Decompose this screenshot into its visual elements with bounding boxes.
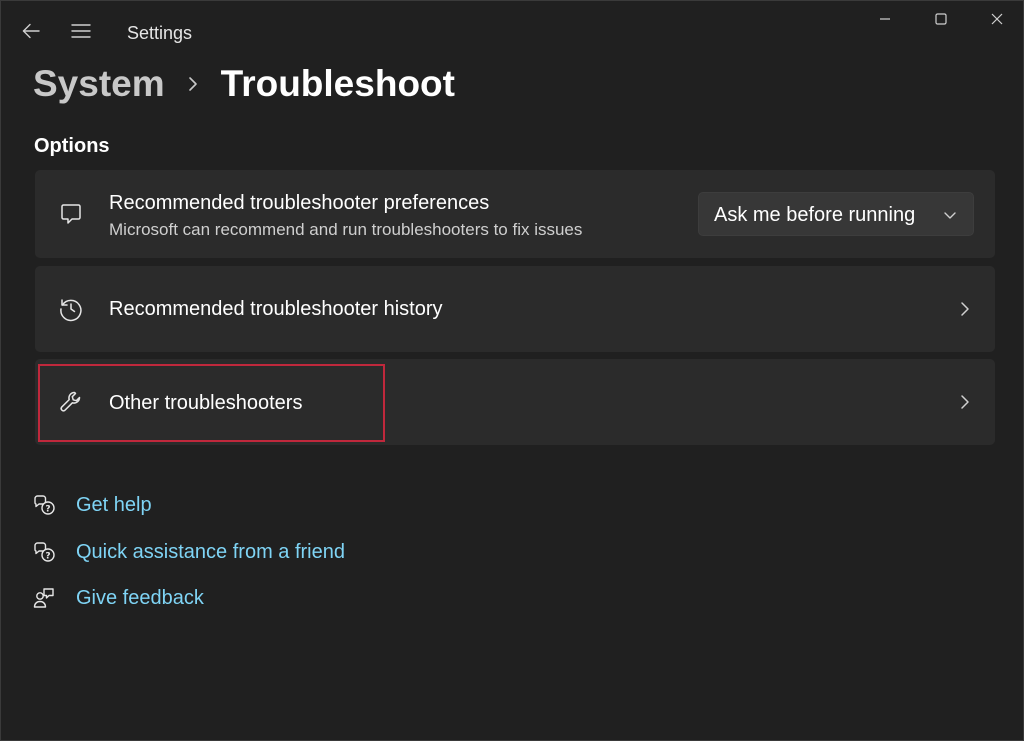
give-feedback-link[interactable]: Give feedback — [31, 583, 204, 613]
settings-window: Settings System Troubleshoot Options Rec… — [0, 0, 1024, 741]
minimize-icon[interactable] — [857, 1, 913, 37]
quick-assistance-link[interactable]: ? Quick assistance from a friend — [31, 537, 345, 567]
get-help-label[interactable]: Get help — [76, 494, 152, 517]
breadcrumb-system-link[interactable]: System — [33, 63, 165, 105]
get-help-link[interactable]: ? Get help — [31, 490, 152, 520]
card-title: Recommended troubleshooter preferences — [109, 192, 490, 214]
back-arrow-icon[interactable] — [11, 13, 51, 49]
give-feedback-label[interactable]: Give feedback — [76, 587, 204, 610]
svg-text:?: ? — [45, 505, 50, 515]
app-title: Settings — [127, 23, 193, 43]
section-heading-options: Options — [34, 135, 110, 157]
help-chat-icon: ? — [31, 492, 57, 518]
maximize-icon[interactable] — [913, 1, 969, 37]
dropdown-value: Ask me before running — [714, 204, 916, 226]
breadcrumb: System Troubleshoot — [33, 59, 455, 109]
card-troubleshooter-history[interactable]: Recommended troubleshooter history — [35, 266, 995, 352]
chevron-down-icon — [943, 208, 957, 222]
history-icon — [55, 293, 87, 325]
title-bar: Settings — [1, 1, 1023, 61]
chat-bubble-icon — [55, 198, 87, 230]
card-description: Microsoft can recommend and run troubles… — [109, 220, 583, 239]
card-troubleshooter-preferences: Recommended troubleshooter preferences M… — [35, 170, 995, 258]
feedback-icon — [31, 585, 57, 611]
card-title: Recommended troubleshooter history — [109, 298, 443, 320]
chevron-right-icon — [957, 393, 973, 411]
close-icon[interactable] — [969, 1, 1024, 37]
card-other-troubleshooters[interactable]: Other troubleshooters — [35, 359, 995, 445]
page-title: Troubleshoot — [220, 63, 455, 104]
breadcrumb-chevron-icon — [165, 76, 221, 92]
hamburger-menu-icon[interactable] — [61, 13, 101, 49]
chevron-right-icon — [957, 300, 973, 318]
card-title: Other troubleshooters — [109, 392, 303, 414]
svg-text:?: ? — [45, 552, 50, 562]
wrench-icon — [55, 386, 87, 418]
quick-assistance-label[interactable]: Quick assistance from a friend — [76, 541, 345, 564]
help-chat-icon: ? — [31, 539, 57, 565]
troubleshooter-preference-dropdown[interactable]: Ask me before running — [698, 192, 974, 236]
